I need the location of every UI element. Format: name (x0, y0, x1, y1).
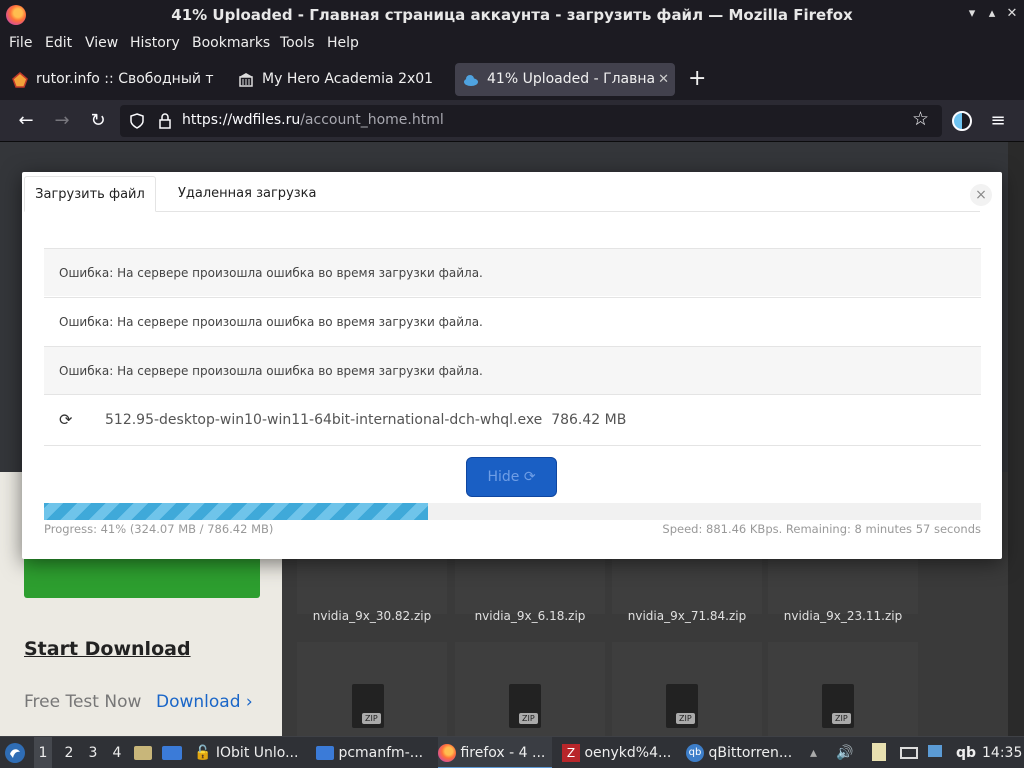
network-icon[interactable] (900, 737, 920, 768)
zip-file-icon: ZIP (352, 684, 384, 728)
hide-button[interactable]: Hide ⟳ (466, 457, 557, 497)
refresh-icon: ⟳ (59, 410, 73, 429)
navigation-bar: ← → ↻ https://wdfiles.ru/account_home.ht… (0, 100, 1024, 142)
tab-rutor[interactable]: rutor.info :: Свободный т (4, 63, 226, 96)
lock-icon[interactable] (158, 112, 172, 130)
tab-label: 41% Uploaded - Главна (487, 71, 656, 87)
tab-upload-file[interactable]: Загрузить файл (24, 176, 156, 212)
modal-close-icon[interactable]: × (970, 184, 992, 206)
account-icon[interactable] (952, 111, 972, 131)
url-path: /account_home.html (300, 112, 444, 128)
upload-error-row: Ошибка: На сервере произошла ошибка во в… (44, 346, 981, 394)
tab-upload-active[interactable]: 41% Uploaded - Главна ✕ (455, 63, 675, 96)
start-download-link[interactable]: Start Download (24, 638, 191, 660)
file-name[interactable]: nvidia_9x_71.84.zip (612, 609, 762, 623)
taskbar: 1 2 3 4 🔓 IObit Unlo... pcmanfm-... fire… (0, 736, 1024, 768)
file-name[interactable]: nvidia_9x_6.18.zip (455, 609, 605, 623)
menu-tools[interactable]: Tools (280, 35, 315, 51)
cloud-favicon-icon (464, 75, 478, 86)
workspace-3[interactable]: 3 (84, 737, 102, 768)
url-bar[interactable]: https://wdfiles.ru/account_home.html ☆ (120, 105, 942, 137)
desktop-icon[interactable] (162, 737, 184, 768)
notification-icon[interactable] (928, 737, 944, 768)
building-favicon-icon (239, 73, 253, 87)
page-scrollbar[interactable] (1008, 142, 1024, 736)
close-window-icon[interactable]: ✕ (1004, 6, 1020, 22)
file-size: 786.42 MB (551, 412, 627, 428)
window-titlebar: 41% Uploaded - Главная страница аккаунта… (0, 0, 1024, 30)
task-filezilla[interactable]: Z oenykd%4... (562, 737, 678, 768)
start-menu-icon[interactable] (4, 737, 28, 768)
file-info: 512.95-desktop-win10-win11-64bit-interna… (105, 395, 626, 445)
scroll-up-icon[interactable]: ▴ (810, 737, 824, 768)
task-firefox[interactable]: firefox - 4 ... (438, 737, 552, 768)
upload-progress-bar (44, 503, 981, 520)
upload-error-row: Ошибка: На сервере произошла ошибка во в… (44, 248, 981, 296)
hamburger-menu-icon[interactable]: ≡ (986, 109, 1010, 133)
hide-button-label: Hide (487, 469, 520, 485)
tab-close-icon[interactable]: ✕ (658, 63, 669, 96)
tab-remote-upload[interactable]: Удаленная загрузка (178, 176, 328, 212)
zip-file-icon: ZIP (822, 684, 854, 728)
filezilla-icon: Z (562, 744, 580, 762)
tab-bar: rutor.info :: Свободный т My Hero Academ… (0, 58, 1024, 100)
menu-bookmarks[interactable]: Bookmarks (192, 35, 270, 51)
uploading-file-row: ⟳ 512.95-desktop-win10-win11-64bit-inter… (44, 394, 981, 446)
spinner-icon: ⟳ (523, 469, 536, 485)
file-name: 512.95-desktop-win10-win11-64bit-interna… (105, 412, 543, 428)
back-icon[interactable]: ← (14, 109, 38, 133)
reload-icon[interactable]: ↻ (86, 109, 110, 133)
qbittorrent-icon: qb (686, 744, 704, 762)
upload-modal: Загрузить файл Удаленная загрузка × Ошиб… (22, 172, 1002, 559)
menu-bar: File Edit View History Bookmarks Tools H… (0, 30, 1024, 58)
task-qbittorrent[interactable]: qb qBittorren... (686, 737, 802, 768)
download-link[interactable]: Download › (156, 692, 253, 712)
task-pcmanfm[interactable]: pcmanfm-... (316, 737, 432, 768)
clock[interactable]: 14:35 (982, 737, 1022, 768)
url-text[interactable]: https://wdfiles.ru/account_home.html (182, 112, 444, 128)
lock-app-icon: 🔓 (194, 745, 212, 761)
menu-file[interactable]: File (9, 35, 32, 51)
file-manager-icon[interactable] (134, 737, 154, 768)
menu-history[interactable]: History (130, 35, 180, 51)
qbittorrent-tray-icon[interactable]: qb (956, 737, 976, 768)
file-name[interactable]: nvidia_9x_23.11.zip (768, 609, 918, 623)
free-test-text: Free Test Now (24, 692, 142, 712)
minimize-icon[interactable]: ▾ (964, 6, 980, 22)
tab-my-hero-academia[interactable]: My Hero Academia 2x01 (230, 63, 450, 96)
window-title: 41% Uploaded - Главная страница аккаунта… (171, 6, 853, 24)
progress-text: Progress: 41% (324.07 MB / 786.42 MB) (44, 522, 274, 536)
rutor-favicon-icon (12, 72, 28, 88)
task-iobit[interactable]: 🔓 IObit Unlo... (194, 737, 306, 768)
new-tab-icon[interactable]: + (688, 68, 706, 90)
firefox-icon (438, 744, 456, 762)
tab-divider (156, 211, 980, 212)
speed-text: Speed: 881.46 KBps. Remaining: 8 minutes… (662, 522, 981, 536)
shield-icon[interactable] (129, 113, 145, 129)
workspace-1[interactable]: 1 (34, 737, 52, 768)
url-host: https://wdfiles.ru (182, 112, 301, 128)
tab-label: rutor.info :: Свободный т (36, 71, 214, 87)
upload-error-row: Ошибка: На сервере произошла ошибка во в… (44, 297, 981, 345)
download-link-label: Download (156, 692, 241, 712)
workspace-4[interactable]: 4 (108, 737, 126, 768)
menu-edit[interactable]: Edit (45, 35, 72, 51)
workspace-2[interactable]: 2 (60, 737, 78, 768)
upload-progress-fill (44, 503, 429, 520)
menu-help[interactable]: Help (327, 35, 359, 51)
menu-view[interactable]: View (85, 35, 118, 51)
volume-icon[interactable]: 🔊 (836, 737, 854, 768)
tab-label: My Hero Academia 2x01 (262, 71, 434, 87)
forward-icon[interactable]: → (50, 109, 74, 133)
zip-file-icon: ZIP (666, 684, 698, 728)
zip-file-icon: ZIP (509, 684, 541, 728)
bookmark-star-icon[interactable]: ☆ (912, 108, 929, 130)
folder-icon (316, 746, 334, 760)
file-name[interactable]: nvidia_9x_30.82.zip (297, 609, 447, 623)
clipboard-icon[interactable] (872, 737, 892, 768)
maximize-icon[interactable]: ▴ (984, 6, 1000, 22)
